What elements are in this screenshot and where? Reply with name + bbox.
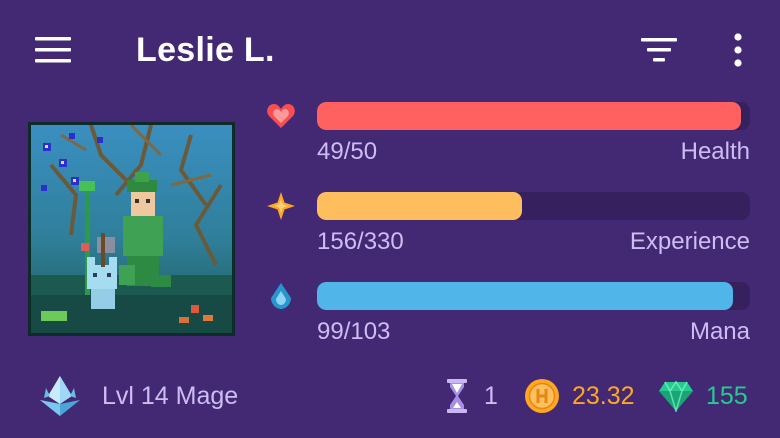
pixel-avatar-image (31, 125, 232, 333)
hourglass-count: 1 (484, 382, 498, 410)
menu-button[interactable] (30, 30, 76, 70)
gold-amount: 23.32 (572, 382, 635, 410)
health-bar-fill (317, 102, 742, 130)
filter-icon (641, 38, 677, 62)
top-app-bar: Leslie L. (0, 0, 780, 100)
level-text: Lvl 14 Mage (102, 382, 239, 410)
health-label: Health (680, 138, 750, 165)
gold-coin-icon (525, 379, 559, 413)
experience-bar (317, 192, 750, 220)
page-title: Leslie L. (136, 31, 275, 69)
star-icon (266, 191, 296, 221)
gem-amount: 155 (706, 382, 748, 410)
hourglass-icon (447, 379, 467, 413)
health-bar (317, 102, 750, 130)
gem-icon (659, 380, 693, 412)
mana-drop-icon (266, 281, 296, 311)
heart-icon (266, 101, 296, 131)
experience-value: 156/330 (317, 228, 404, 255)
mana-label: Mana (689, 318, 750, 345)
hourglasses: 1 (446, 372, 498, 420)
more-options-button[interactable] (722, 28, 754, 72)
mana-bar (317, 282, 750, 310)
filter-button[interactable] (636, 30, 682, 70)
mage-crystal-icon (40, 376, 80, 416)
hamburger-menu-icon (35, 37, 71, 63)
class-level: Lvl 14 Mage (36, 372, 238, 420)
avatar[interactable] (28, 122, 235, 336)
mana-value: 99/103 (317, 318, 391, 345)
gold-balance: 23.32 (524, 372, 635, 420)
mana-bar-fill (317, 282, 734, 310)
experience-label: Experience (629, 228, 750, 255)
experience-bar-fill (317, 192, 522, 220)
more-vertical-icon (734, 33, 742, 67)
gem-balance: 155 (658, 372, 748, 420)
health-value: 49/50 (317, 138, 378, 165)
